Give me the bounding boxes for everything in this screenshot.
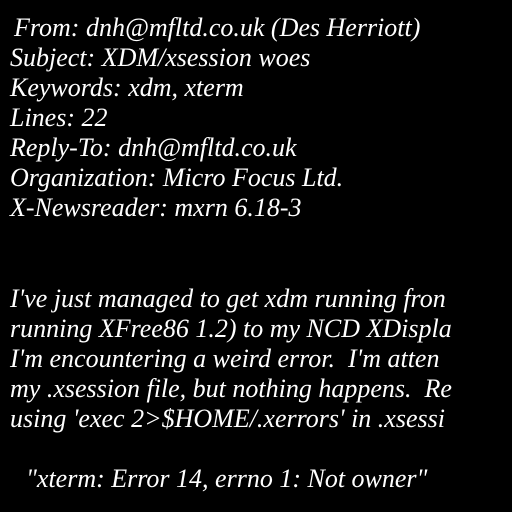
header-keywords: Keywords: xdm, xterm bbox=[10, 73, 244, 102]
header-subject: Subject: XDM/xsession woes bbox=[10, 43, 311, 72]
header-organization: Organization: Micro Focus Ltd. bbox=[10, 163, 344, 192]
body-line: I've just managed to get xdm running fro… bbox=[10, 284, 446, 313]
quoted-error: "xterm: Error 14, errno 1: Not owner" bbox=[26, 464, 428, 493]
body-line: running XFree86 1.2) to my NCD XDispla bbox=[10, 314, 452, 343]
header-lines: Lines: 22 bbox=[10, 103, 108, 132]
header-newsreader: X-Newsreader: mxrn 6.18-3 bbox=[10, 193, 302, 222]
header-reply-to: Reply-To: dnh@mfltd.co.uk bbox=[10, 133, 297, 162]
body-line: using 'exec 2>$HOME/.xerrors' in .xsessi bbox=[10, 404, 445, 433]
header-from: From: dnh@mfltd.co.uk (Des Herriott) bbox=[14, 13, 421, 42]
body-line: I'm encountering a weird error. I'm atte… bbox=[10, 344, 440, 373]
body-line: my .xsession file, but nothing happens. … bbox=[10, 374, 452, 403]
message-view: From: dnh@mfltd.co.uk (Des Herriott) Sub… bbox=[0, 0, 512, 512]
